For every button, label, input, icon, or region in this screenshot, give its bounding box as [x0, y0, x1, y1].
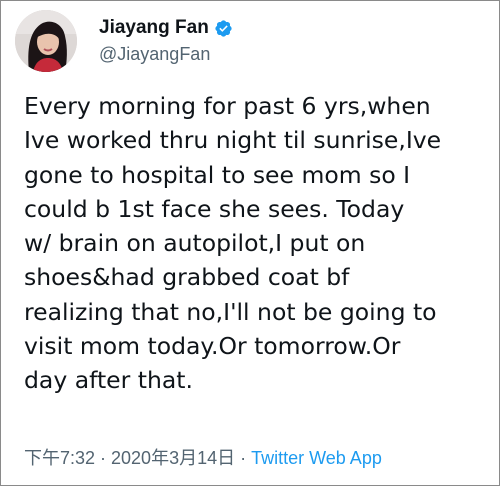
timestamp-link[interactable]: 下午7:32 · 2020年3月14日: [24, 448, 235, 468]
tweet-card: Jiayang Fan @JiayangFan Every morning fo…: [0, 0, 500, 486]
tweet-text-line: realizing that no,I'll not be going to: [24, 297, 437, 326]
verified-badge-icon: [214, 19, 233, 38]
tweet-text-line: shoes&had grabbed coat bf: [24, 263, 350, 292]
tweet-text-line: day after that.: [24, 366, 193, 395]
meta-separator: ·: [240, 448, 247, 468]
author-names: Jiayang Fan @JiayangFan: [99, 16, 233, 66]
tweet-text: Every morning for past 6 yrs,when Ive wo…: [24, 89, 494, 398]
tweet-text-line: could b 1st face she sees. Today: [24, 194, 405, 223]
display-name[interactable]: Jiayang Fan: [99, 16, 209, 40]
tweet-text-line: gone to hospital to see mom so I: [24, 160, 411, 189]
tweet-text-line: Ive worked thru night til sunrise,Ive: [24, 126, 442, 155]
name-row: Jiayang Fan: [99, 16, 233, 40]
avatar[interactable]: [15, 10, 77, 72]
handle[interactable]: @JiayangFan: [99, 42, 233, 66]
tweet-text-line: w/ brain on autopilot,I put on: [24, 229, 366, 258]
tweet-text-line: Every morning for past 6 yrs,when: [24, 92, 431, 120]
tweet-meta: 下午7:32 · 2020年3月14日 · Twitter Web App: [24, 445, 382, 471]
profile-photo: [15, 10, 77, 72]
tweet-text-line: visit mom today.Or tomorrow.Or: [24, 332, 401, 361]
tweet-header: Jiayang Fan @JiayangFan: [15, 9, 233, 73]
source-link[interactable]: Twitter Web App: [251, 448, 382, 468]
